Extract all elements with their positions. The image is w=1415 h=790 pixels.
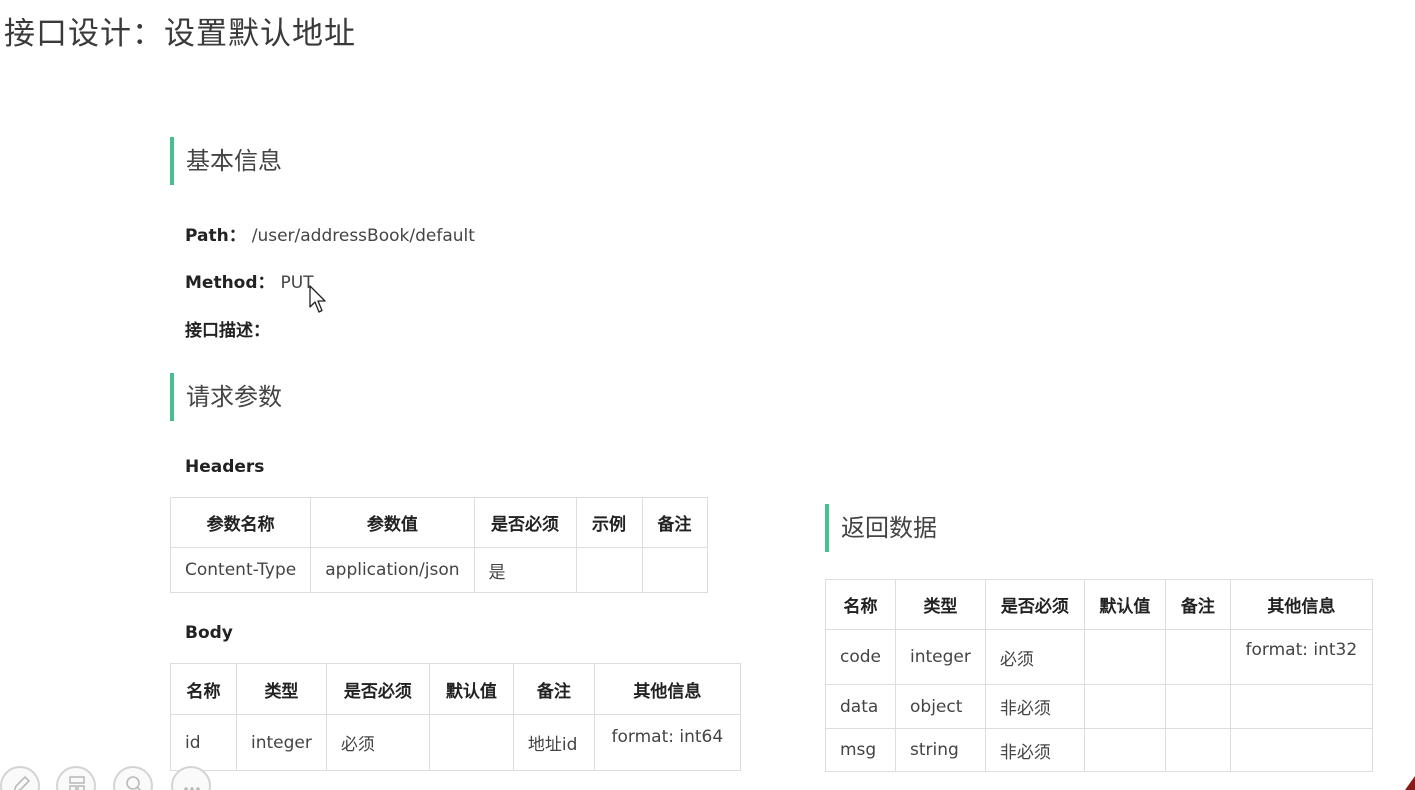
column-header: 是否必须 — [325, 663, 430, 715]
table-cell: msg — [825, 728, 896, 772]
table-row: Content-Type application/json 是 — [169, 547, 708, 593]
table-cell: integer — [236, 714, 327, 771]
table-cell — [1083, 629, 1166, 685]
column-header: 其他信息 — [1229, 579, 1373, 630]
headers-table-header-row: 参数名称 参数值 是否必须 示例 备注 — [169, 497, 708, 548]
column-header: 名称 — [170, 663, 237, 715]
table-cell — [1164, 728, 1231, 772]
table-cell: 必须 — [984, 629, 1085, 685]
column-header: 名称 — [825, 579, 896, 630]
pen-icon — [13, 775, 31, 790]
table-cell: application/json — [310, 547, 475, 593]
table-cell — [1164, 629, 1231, 685]
table-row: code integer 必须 format: int32 — [825, 629, 1373, 685]
table-row: id integer 必须 地址id format: int64 — [170, 714, 741, 771]
column-header: 参数名称 — [169, 497, 312, 548]
column-header: 备注 — [641, 497, 708, 548]
path-row: Path：/user/addressBook/default — [185, 221, 475, 246]
corner-marker — [1405, 776, 1415, 790]
more-icon — [184, 787, 200, 790]
section-heading-basic-info: 基本信息 — [170, 137, 282, 185]
table-cell — [1164, 684, 1231, 729]
zoom-button[interactable] — [113, 766, 153, 790]
table-cell: 是 — [473, 547, 577, 593]
mouse-cursor-icon — [309, 285, 326, 313]
table-cell: string — [895, 728, 986, 772]
table-cell: object — [895, 684, 986, 729]
page-title: 接口设计：设置默认地址 — [4, 16, 356, 52]
response-table: 名称 类型 是否必须 默认值 备注 其他信息 code integer 必须 f… — [825, 579, 1373, 772]
page: 接口设计：设置默认地址 基本信息 Path：/user/addressBook/… — [0, 0, 1415, 790]
table-cell: code — [825, 629, 896, 685]
table-cell: format: int32 — [1229, 629, 1373, 685]
column-header: 参数值 — [310, 497, 475, 548]
method-label: Method： — [185, 273, 275, 293]
column-header: 是否必须 — [473, 497, 577, 548]
description-row: 接口描述： — [185, 316, 270, 341]
zoom-icon — [126, 776, 142, 790]
table-cell — [1083, 728, 1166, 772]
slides-icon — [69, 776, 85, 790]
response-table-header-row: 名称 类型 是否必须 默认值 备注 其他信息 — [825, 579, 1373, 630]
description-label: 接口描述： — [185, 321, 270, 341]
table-cell: id — [170, 714, 237, 771]
pen-tool-button[interactable] — [0, 766, 40, 790]
body-label: Body — [185, 623, 233, 643]
column-header: 是否必须 — [984, 579, 1085, 630]
table-cell: 非必须 — [984, 728, 1085, 772]
column-header: 类型 — [236, 663, 327, 715]
headers-label: Headers — [185, 457, 265, 477]
table-cell: Content-Type — [169, 547, 312, 593]
table-cell: 必须 — [325, 714, 430, 771]
table-cell: 非必须 — [984, 684, 1085, 729]
column-header: 类型 — [895, 579, 986, 630]
table-row: data object 非必须 — [825, 684, 1373, 729]
table-cell: data — [825, 684, 896, 729]
table-cell — [1229, 684, 1373, 729]
table-cell — [1083, 684, 1166, 729]
body-table: 名称 类型 是否必须 默认值 备注 其他信息 id integer 必须 地址i… — [170, 663, 741, 771]
method-row: Method： PUT — [185, 268, 314, 293]
table-row: msg string 非必须 — [825, 728, 1373, 772]
table-cell — [575, 547, 643, 593]
path-label: Path： — [185, 226, 246, 246]
table-cell — [428, 714, 514, 771]
headers-table: 参数名称 参数值 是否必须 示例 备注 Content-Type applica… — [169, 497, 708, 593]
column-header: 默认值 — [428, 663, 514, 715]
column-header: 备注 — [512, 663, 595, 715]
column-header: 示例 — [575, 497, 643, 548]
section-heading-response: 返回数据 — [825, 504, 937, 552]
table-cell: integer — [895, 629, 986, 685]
table-cell: format: int64 — [593, 714, 741, 771]
path-value: /user/addressBook/default — [251, 226, 475, 246]
body-table-header-row: 名称 类型 是否必须 默认值 备注 其他信息 — [170, 663, 741, 715]
table-cell — [1229, 728, 1373, 772]
column-header: 默认值 — [1083, 579, 1166, 630]
slides-button[interactable] — [56, 766, 96, 790]
table-cell: 地址id — [512, 714, 595, 771]
column-header: 备注 — [1164, 579, 1231, 630]
table-cell — [641, 547, 708, 593]
section-heading-request-params: 请求参数 — [170, 373, 282, 421]
column-header: 其他信息 — [593, 663, 741, 715]
